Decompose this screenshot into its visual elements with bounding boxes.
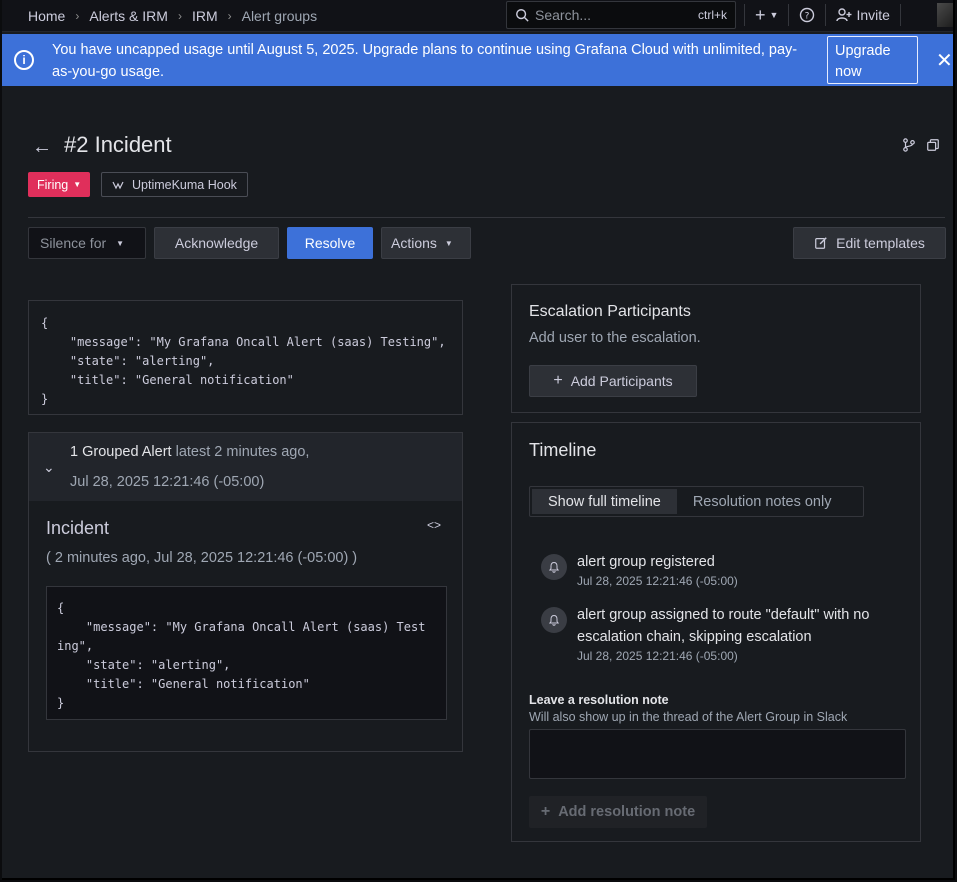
resolution-note-textarea[interactable] <box>529 729 906 779</box>
edit-templates-button[interactable]: Edit templates <box>793 227 946 259</box>
resolve-button[interactable]: Resolve <box>287 227 373 259</box>
app-frame: Home › Alerts & IRM › IRM › Alert groups… <box>2 0 955 880</box>
plus-icon: + <box>540 803 551 820</box>
timeline-heading: Timeline <box>529 440 597 460</box>
breadcrumb-alert-groups: Alert groups <box>241 7 318 24</box>
event-text: alert group registered <box>577 554 715 570</box>
chevron-down-icon: ▼ <box>444 238 453 248</box>
divider <box>899 4 901 26</box>
chevron-right-icon: › <box>75 8 80 23</box>
status-label: Firing <box>37 177 69 192</box>
chevron-down-icon: ▼ <box>116 238 125 248</box>
branch-icon[interactable] <box>902 138 916 152</box>
plus-icon: + <box>755 4 766 25</box>
add-participants-button[interactable]: + Add Participants <box>529 365 697 397</box>
uptime-kuma-icon <box>112 181 124 189</box>
top-nav: Home › Alerts & IRM › IRM › Alert groups… <box>2 0 953 32</box>
escalation-panel: Escalation Participants Add user to the … <box>511 284 921 413</box>
add-resolution-note-button[interactable]: + Add resolution note <box>529 796 707 828</box>
breadcrumb-alerts-irm[interactable]: Alerts & IRM <box>89 8 168 24</box>
back-arrow-icon[interactable]: ← <box>32 136 52 159</box>
edit-icon <box>815 237 827 249</box>
incident-time: ( 2 minutes ago, Jul 28, 2025 12:21:46 (… <box>46 550 358 566</box>
silence-label: Silence for <box>40 235 107 251</box>
breadcrumb: Home › Alerts & IRM › IRM › Alert groups <box>2 8 317 24</box>
event-time: Jul 28, 2025 12:21:46 (-05:00) <box>577 649 738 663</box>
help-icon: ? <box>800 7 815 23</box>
escalation-heading: Escalation Participants <box>529 303 691 320</box>
invite-label: Invite <box>856 7 890 23</box>
search-input[interactable]: Search... ctrl+k <box>506 1 736 29</box>
timeline-panel: Timeline Show full timeline Resolution n… <box>511 422 921 842</box>
nav-actions: + ▼ ? Invite <box>744 0 901 30</box>
chevron-down-icon: ▼ <box>73 180 82 189</box>
code-icon[interactable]: <> <box>427 518 441 532</box>
tab-full-timeline[interactable]: Show full timeline <box>532 489 677 514</box>
user-plus-icon <box>836 8 852 22</box>
status-badge[interactable]: Firing ▼ <box>28 172 91 197</box>
breadcrumb-home[interactable]: Home <box>28 8 65 24</box>
info-icon: i <box>14 50 34 70</box>
grouped-alerts-panel: ⌄ 1 Grouped Alert latest 2 minutes ago, … <box>28 432 463 752</box>
search-shortcut: ctrl+k <box>697 8 727 22</box>
grouped-count-label: 1 Grouped Alert <box>70 444 172 460</box>
acknowledge-button[interactable]: Acknowledge <box>154 227 279 259</box>
new-menu-button[interactable]: + ▼ <box>745 0 788 30</box>
chevron-down-icon[interactable]: ⌄ <box>43 459 55 476</box>
tab-resolution-notes[interactable]: Resolution notes only <box>677 489 848 514</box>
edit-templates-label: Edit templates <box>836 235 925 251</box>
integration-label: UptimeKuma Hook <box>132 177 237 192</box>
add-resolution-note-label: Add resolution note <box>558 804 696 820</box>
grouped-date: Jul 28, 2025 12:21:46 (-05:00) <box>70 474 265 490</box>
banner-message: You have uncapped usage until August 5, … <box>52 42 798 80</box>
breadcrumb-irm[interactable]: IRM <box>192 8 218 24</box>
event-time: Jul 28, 2025 12:21:46 (-05:00) <box>577 574 738 588</box>
bell-icon <box>541 607 567 633</box>
add-participants-label: Add Participants <box>570 373 673 389</box>
usage-banner: i You have uncapped usage until August 5… <box>2 34 953 86</box>
page-title: #2 Incident <box>64 132 172 157</box>
actions-label: Actions <box>391 235 437 251</box>
chevron-right-icon: › <box>227 8 232 23</box>
svg-text:?: ? <box>805 12 810 22</box>
silence-select[interactable]: Silence for ▼ <box>28 227 146 259</box>
plus-icon: + <box>553 372 563 389</box>
bell-icon <box>541 554 567 580</box>
incident-payload: { "message": "My Grafana Oncall Alert (s… <box>46 586 447 720</box>
chevron-right-icon: › <box>177 8 182 23</box>
upgrade-now-button[interactable]: Upgrade now <box>827 36 918 84</box>
resolution-note-subtitle: Will also show up in the thread of the A… <box>529 710 848 724</box>
copy-icon[interactable] <box>926 138 940 152</box>
chevron-down-icon: ▼ <box>769 10 779 20</box>
search-icon <box>516 9 529 22</box>
resolution-note-label: Leave a resolution note <box>529 693 669 707</box>
grouped-alerts-header[interactable]: ⌄ 1 Grouped Alert latest 2 minutes ago, … <box>29 433 462 501</box>
invite-button[interactable]: Invite <box>826 0 899 30</box>
alert-payload: { "message": "My Grafana Oncall Alert (s… <box>28 300 463 415</box>
avatar[interactable] <box>937 3 953 27</box>
header-divider <box>28 217 945 218</box>
grouped-count: 1 Grouped Alert latest 2 minutes ago, <box>70 444 309 460</box>
close-icon[interactable]: ✕ <box>936 48 953 73</box>
search-placeholder: Search... <box>535 7 592 23</box>
escalation-subtitle: Add user to the escalation. <box>529 330 701 346</box>
grouped-latest-label: latest 2 minutes ago, <box>175 444 310 460</box>
header-actions <box>902 138 940 152</box>
timeline-filter: Show full timeline Resolution notes only <box>529 486 864 517</box>
integration-badge[interactable]: UptimeKuma Hook <box>101 172 248 197</box>
incident-title: Incident <box>46 518 110 538</box>
event-text: alert group assigned to route "default" … <box>577 607 870 645</box>
help-button[interactable]: ? <box>789 0 825 30</box>
actions-button[interactable]: Actions ▼ <box>381 227 471 259</box>
